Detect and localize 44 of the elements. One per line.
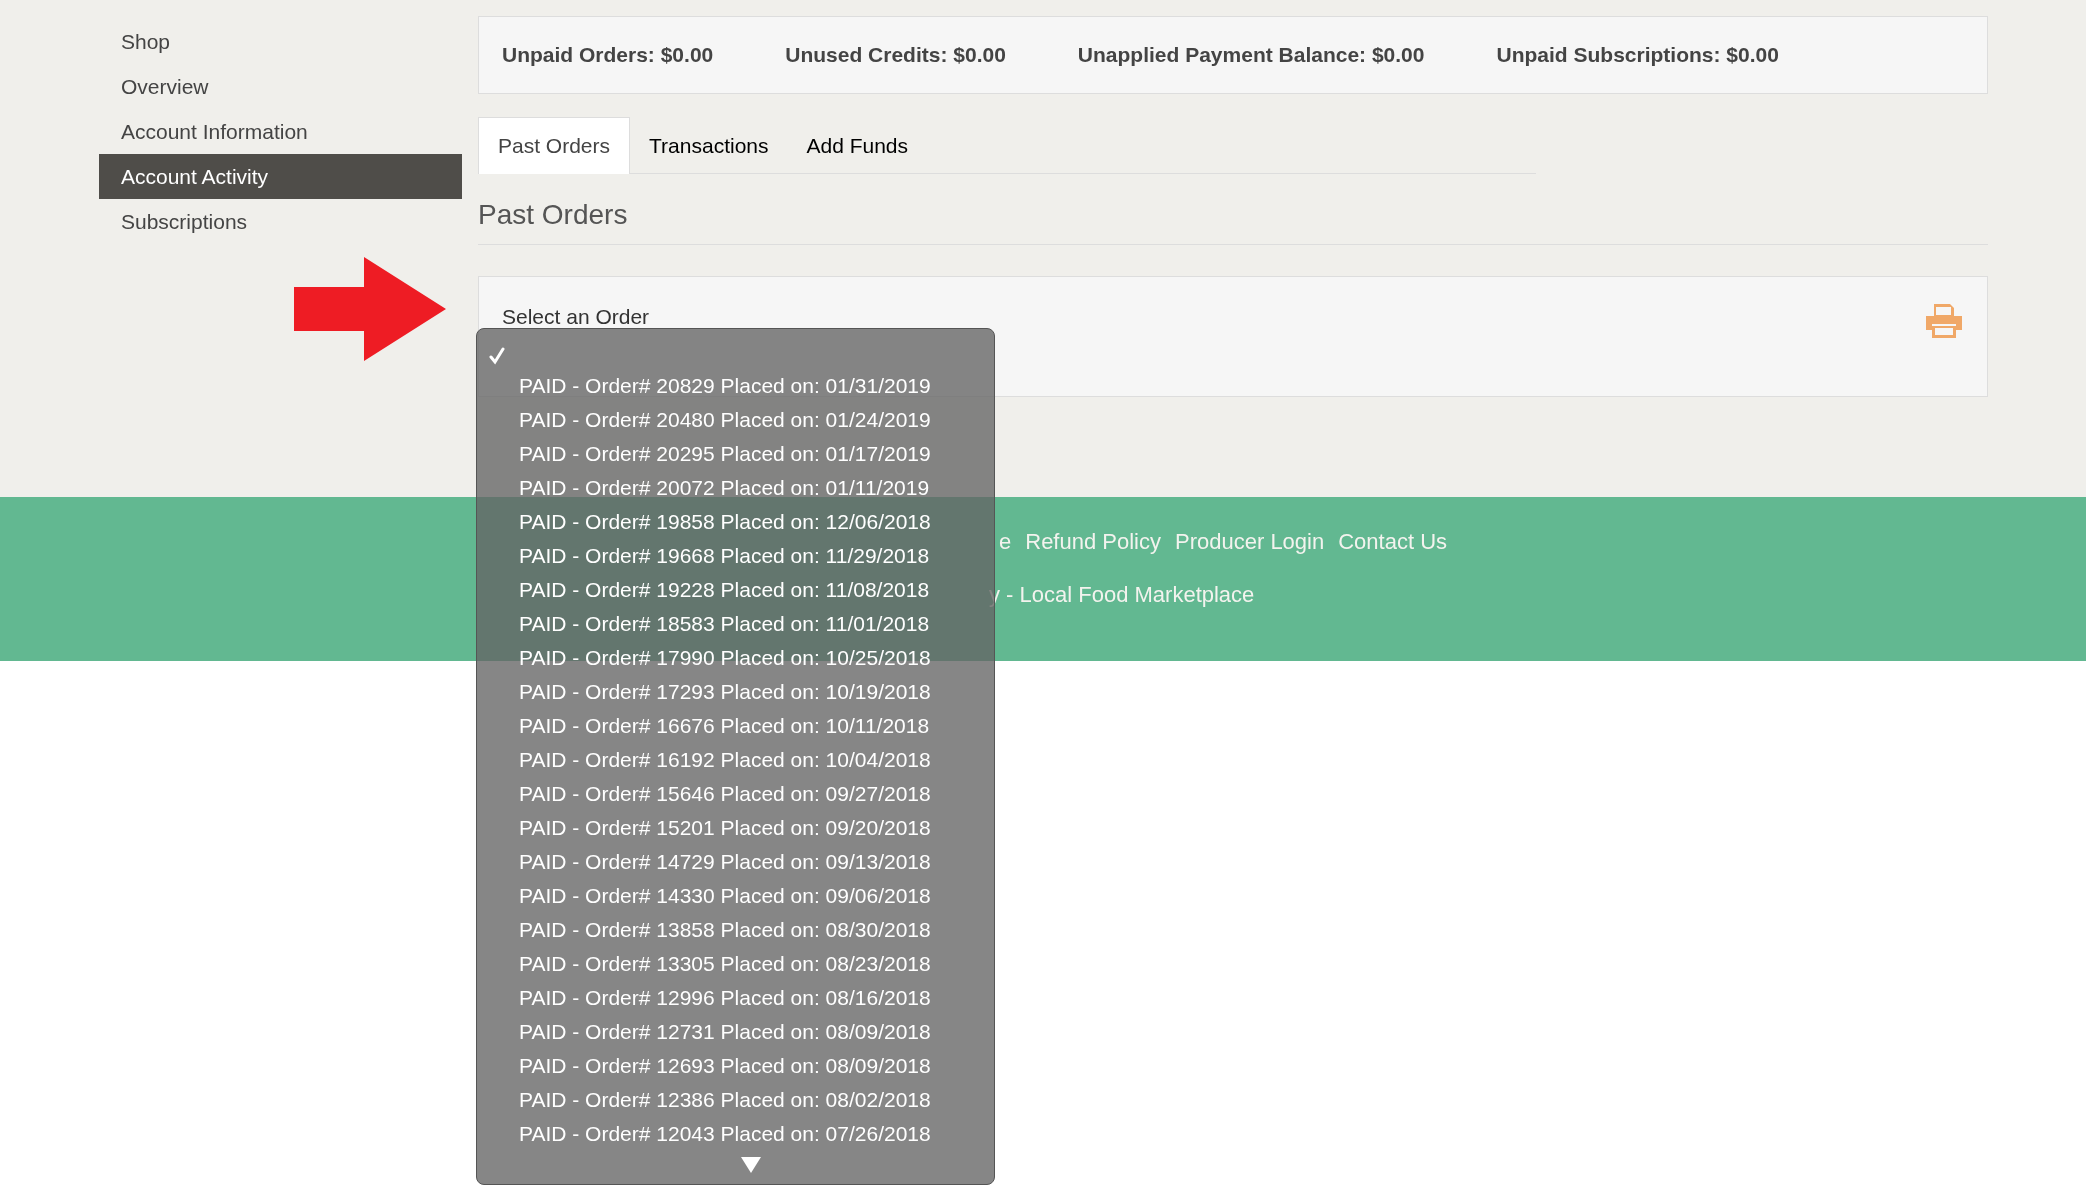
balance-summary: Unpaid Orders: $0.00: [502, 42, 714, 69]
dropdown-option[interactable]: PAID - Order# 16192 Placed on: 10/04/2018: [519, 744, 931, 776]
dropdown-option[interactable]: PAID - Order# 15201 Placed on: 09/20/2018: [519, 812, 931, 844]
dropdown-option[interactable]: PAID - Order# 20480 Placed on: 01/24/2019: [519, 404, 931, 436]
section-heading: Past Orders: [478, 198, 629, 232]
sidebar-item[interactable]: Shop: [99, 19, 462, 64]
arrow-icon: [294, 257, 446, 361]
dropdown-option[interactable]: PAID - Order# 16676 Placed on: 10/11/2018: [519, 710, 930, 742]
sidebar-item[interactable]: Overview: [99, 64, 462, 109]
scroll-down-arrow-icon[interactable]: [741, 1157, 761, 1173]
dropdown-option[interactable]: PAID - Order# 20295 Placed on: 01/17/2019: [519, 438, 931, 470]
printer-icon[interactable]: [1924, 302, 1964, 340]
balance-summary: Unpaid Subscriptions: $0.00: [1496, 42, 1779, 69]
tab[interactable]: Transactions: [630, 117, 788, 174]
dropdown-option[interactable]: PAID - Order# 13858 Placed on: 08/30/2018: [519, 914, 931, 946]
dropdown-option[interactable]: PAID - Order# 12693 Placed on: 08/09/2018: [519, 1050, 931, 1082]
tab[interactable]: Past Orders: [478, 117, 631, 174]
dropdown-option[interactable]: PAID - Order# 12043 Placed on: 07/26/2018: [519, 1118, 931, 1150]
field-label: Select an Order: [502, 304, 650, 330]
dropdown-option[interactable]: PAID - Order# 15646 Placed on: 09/27/2018: [519, 778, 931, 810]
dropdown-option[interactable]: PAID - Order# 18583 Placed on: 11/01/2018: [519, 608, 930, 640]
dropdown-option[interactable]: PAID - Order# 13305 Placed on: 08/23/2018: [519, 948, 931, 980]
dropdown-option[interactable]: PAID - Order# 17293 Placed on: 10/19/2018: [519, 676, 931, 708]
dropdown-option[interactable]: PAID - Order# 14330 Placed on: 09/06/2018: [519, 880, 931, 912]
sidebar-item[interactable]: Account Activity: [99, 154, 462, 199]
dropdown-option[interactable]: PAID - Order# 20072 Placed on: 01/11/2019: [519, 472, 930, 504]
dropdown-option[interactable]: PAID - Order# 14729 Placed on: 09/13/2018: [519, 846, 931, 878]
dropdown-option[interactable]: PAID - Order# 19668 Placed on: 11/29/2018: [519, 540, 930, 572]
dropdown-option[interactable]: PAID - Order# 12386 Placed on: 08/02/2018: [519, 1084, 931, 1116]
dropdown-option[interactable]: PAID - Order# 20829 Placed on: 01/31/2019: [519, 370, 931, 402]
footer-link[interactable]: Producer Login: [1175, 525, 1325, 558]
dropdown-option[interactable]: PAID - Order# 19228 Placed on: 11/08/2018: [519, 574, 930, 606]
dropdown-option[interactable]: PAID - Order# 19858 Placed on: 12/06/2018: [519, 506, 931, 538]
sidebar-item[interactable]: Subscriptions: [99, 199, 462, 244]
footer-link[interactable]: e: [999, 525, 1012, 558]
dropdown-option[interactable]: PAID - Order# 12731 Placed on: 08/09/2018: [519, 1016, 931, 1048]
balance-summary: Unused Credits: $0.00: [785, 42, 1006, 69]
dropdown-option[interactable]: PAID - Order# 17990 Placed on: 10/25/2018: [519, 642, 931, 674]
dropdown-option[interactable]: PAID - Order# 12996 Placed on: 08/16/2018: [519, 982, 931, 1014]
footer-link[interactable]: Contact Us: [1338, 525, 1448, 558]
tab[interactable]: Add Funds: [787, 117, 928, 174]
balance-summary: Unapplied Payment Balance: $0.00: [1077, 42, 1425, 69]
footer-link[interactable]: Refund Policy: [1025, 525, 1161, 558]
sidebar-item[interactable]: Account Information: [99, 109, 462, 154]
